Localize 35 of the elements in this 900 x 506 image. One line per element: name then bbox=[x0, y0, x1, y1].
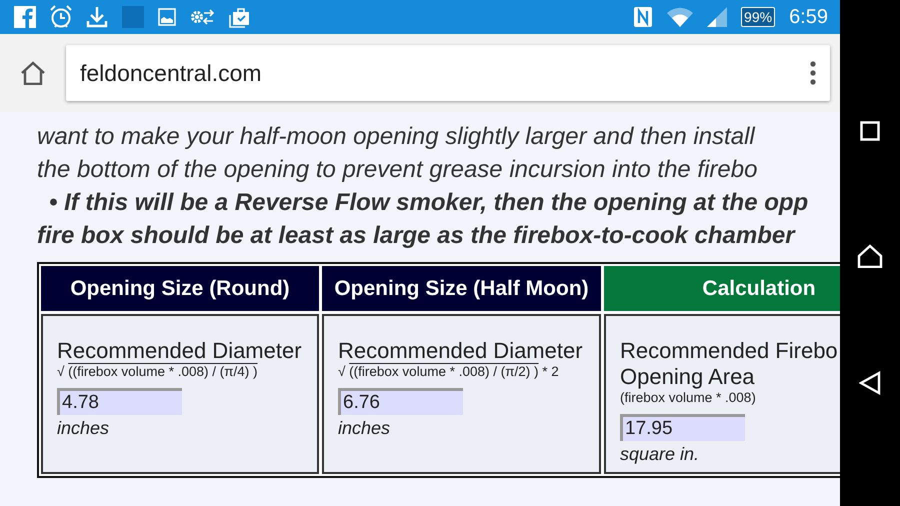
unit-label: square in. bbox=[620, 443, 700, 466]
nfc-icon bbox=[633, 6, 654, 28]
url-field[interactable]: feldoncentral.com bbox=[66, 45, 830, 101]
image-icon bbox=[158, 8, 176, 26]
menu-icon[interactable] bbox=[810, 61, 816, 85]
field-label: Recommended Diameter bbox=[57, 338, 303, 364]
clock-time: 6:59 bbox=[789, 5, 828, 30]
field-label: Recommended Diameter bbox=[338, 338, 584, 364]
home-icon[interactable] bbox=[20, 61, 46, 85]
facebook-icon bbox=[14, 6, 36, 28]
back-icon[interactable] bbox=[859, 370, 881, 395]
wifi-icon bbox=[667, 7, 694, 27]
result-field[interactable]: 17.95 bbox=[620, 414, 745, 441]
result-field[interactable]: 6.76 bbox=[338, 388, 463, 415]
column-header: Opening Size (Round) bbox=[41, 266, 319, 311]
bullet-text: • If this will be a Reverse Flow smoker, then the opening at the opp bbox=[48, 188, 810, 218]
unit-label: inches bbox=[338, 417, 392, 440]
signal-icon bbox=[707, 7, 728, 27]
paragraph-text: fire box should be at least as large as the firebox-to-cook chamber bbox=[37, 221, 797, 251]
recents-icon[interactable] bbox=[860, 121, 880, 142]
field-label: Recommended Firebo Opening Area bbox=[620, 338, 839, 390]
paragraph-text: the bottom of the opening to prevent grease incursion into the firebo bbox=[37, 155, 758, 185]
formula-text: (firebox volume * .008) bbox=[620, 390, 757, 406]
column-header: Calculation bbox=[604, 266, 840, 311]
alarm-clock-icon bbox=[50, 5, 72, 29]
download-icon bbox=[86, 6, 108, 28]
gear-arrows-icon bbox=[190, 8, 214, 26]
column-header: Opening Size (Half Moon) bbox=[322, 266, 601, 311]
formula-text: √ ((firebox volume * .008) / (π/4) ) bbox=[57, 364, 259, 380]
battery-level: 99% bbox=[741, 7, 776, 27]
unit-label: inches bbox=[57, 417, 110, 440]
formula-text: √ ((firebox volume * .008) / (π/2) ) * 2 bbox=[338, 364, 560, 380]
result-field[interactable]: 4.78 bbox=[57, 388, 182, 415]
briefcase-check-icon bbox=[228, 6, 250, 28]
paragraph-text: want to make your half-moon opening slightly larger and then install bbox=[37, 122, 756, 152]
